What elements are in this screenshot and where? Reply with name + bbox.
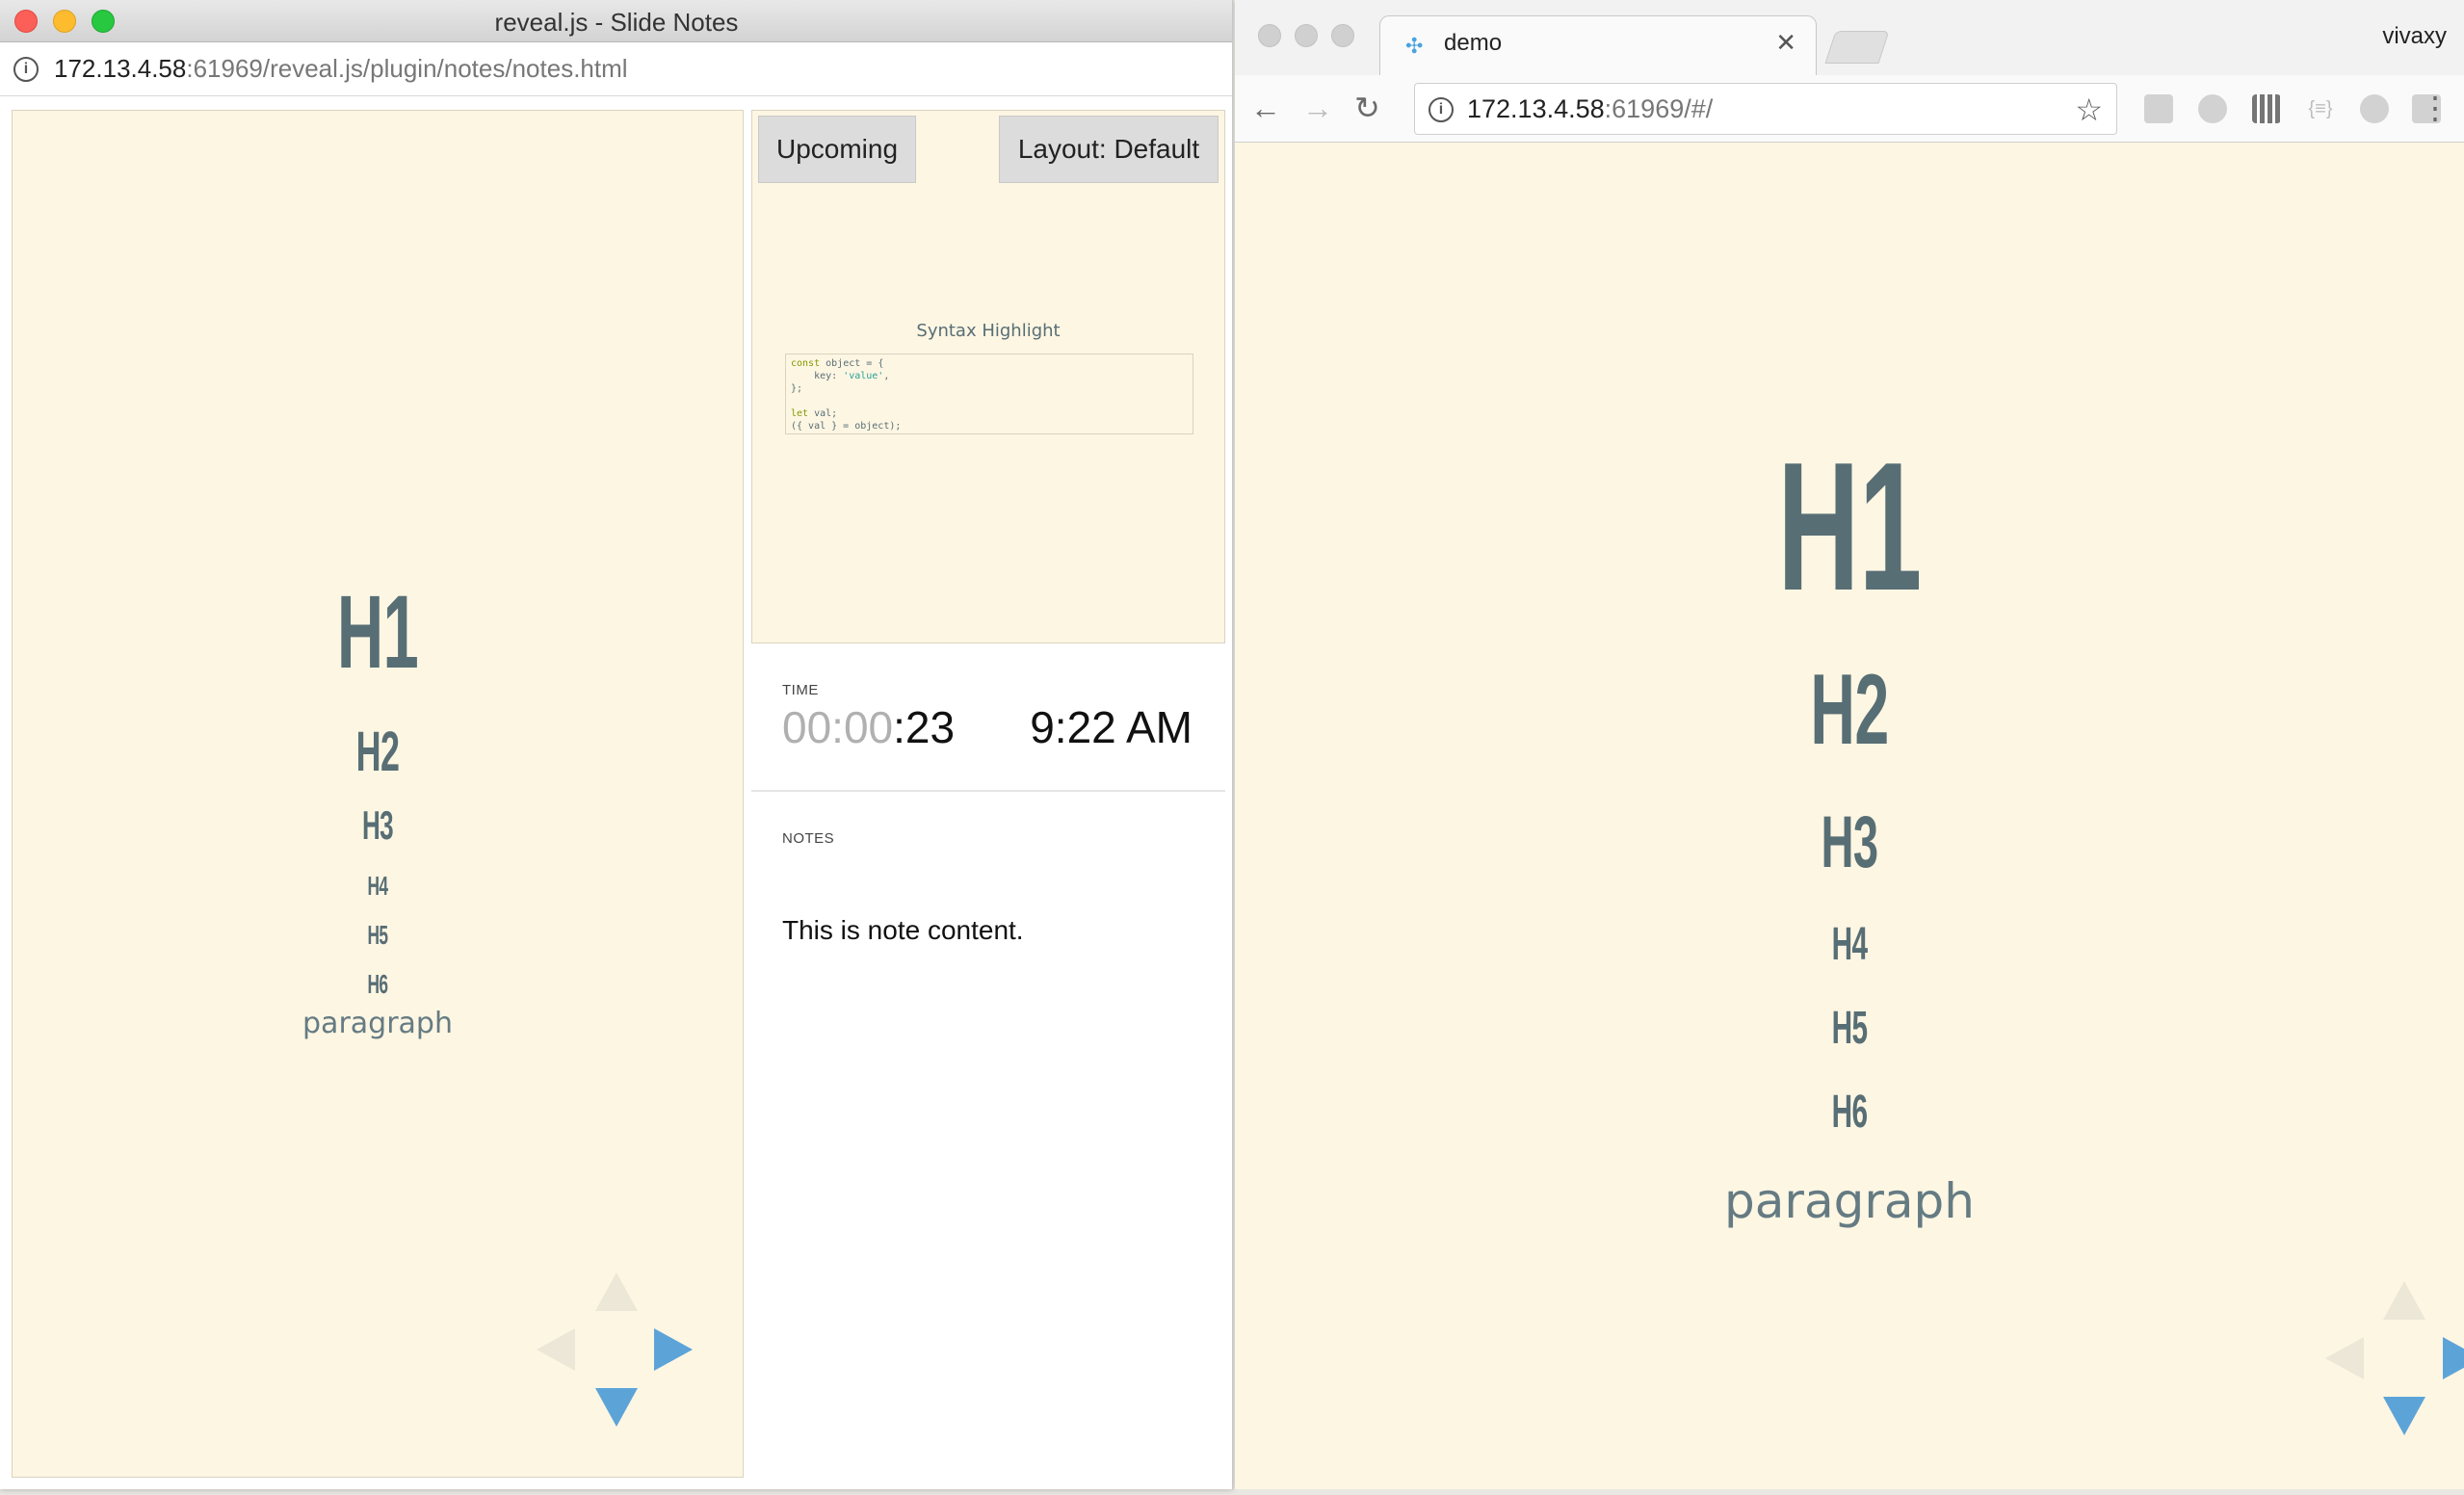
browser-window: ✣ demo ✕ vivaxy ← → ↻ i 172.13.4.58:6196… — [1235, 0, 2464, 1489]
extension-icon[interactable] — [2144, 94, 2173, 123]
presentation-slide: H1 H2 H3 H4 H5 H6 paragraph — [1235, 143, 2464, 1489]
profile-name[interactable]: vivaxy — [2382, 23, 2447, 50]
info-icon[interactable]: i — [13, 57, 39, 82]
url-path: :61969/reveal.js/plugin/notes/notes.html — [186, 54, 628, 83]
nav-left-icon[interactable] — [537, 1328, 575, 1371]
current-slide-preview: H1 H2 H3 H4 H5 H6 paragraph — [12, 110, 744, 1478]
layout-button[interactable]: Layout: Default — [999, 116, 1219, 183]
popup-url-bar[interactable]: i 172.13.4.58:61969/reveal.js/plugin/not… — [0, 42, 1232, 96]
time-label: TIME — [782, 682, 819, 698]
slide-h5: H5 — [367, 920, 389, 950]
code-line: let val; — [791, 408, 838, 419]
slide-paragraph: paragraph — [1724, 1173, 1975, 1229]
code-line: }; — [791, 383, 803, 394]
nav-left-icon[interactable] — [2325, 1337, 2364, 1379]
maximize-window-icon[interactable] — [1331, 24, 1354, 47]
upcoming-slide-preview: Upcoming Layout: Default Syntax Highligh… — [751, 110, 1225, 643]
slide-notes-window: reveal.js - Slide Notes i 172.13.4.58:61… — [0, 0, 1233, 1489]
extension-icon[interactable] — [2198, 94, 2227, 123]
code-line: ({ val } = object); — [791, 421, 902, 432]
nav-right-icon[interactable] — [654, 1328, 693, 1371]
nav-right-icon[interactable] — [2443, 1337, 2464, 1379]
slide-h4: H4 — [367, 871, 389, 901]
url-text[interactable]: 172.13.4.58:61969/reveal.js/plugin/notes… — [54, 54, 628, 84]
code-keyword: const — [791, 358, 821, 369]
code-block: const object = { key: 'value',}; let val… — [785, 354, 1193, 434]
nav-down-icon[interactable] — [595, 1388, 638, 1427]
slide-h3: H3 — [361, 802, 394, 848]
new-tab-button[interactable] — [1824, 31, 1890, 64]
code-keyword: let — [791, 408, 809, 419]
timer-minutes: 00 — [843, 702, 894, 752]
info-icon[interactable]: i — [1429, 97, 1454, 122]
slide-h1: H1 — [336, 573, 419, 690]
url-host: 172.13.4.58 — [54, 54, 187, 83]
slide-h6: H6 — [1831, 1087, 1868, 1138]
time-panel: TIME 00:00:23 9:22 AM — [751, 661, 1225, 792]
nav-up-icon[interactable] — [2383, 1281, 2425, 1320]
timer-hours: 00 — [782, 702, 832, 752]
notes-content: This is note content. — [782, 915, 1024, 945]
url-text[interactable]: 172.13.4.58:61969/#/ — [1467, 94, 1713, 124]
extension-icon[interactable] — [2360, 94, 2389, 123]
window-titlebar[interactable]: reveal.js - Slide Notes — [0, 0, 1232, 42]
wall-clock: 9:22 AM — [1030, 702, 1193, 752]
code-line: key: 'value', — [791, 371, 890, 381]
elapsed-timer[interactable]: 00:00:23 — [782, 701, 955, 753]
close-tab-icon[interactable]: ✕ — [1775, 28, 1796, 58]
json-viewer-icon[interactable]: {≡} — [2306, 94, 2335, 123]
reload-icon[interactable]: ↻ — [1354, 91, 1380, 125]
timer-separator: : — [893, 702, 905, 752]
favicon-icon: ✣ — [1405, 34, 1424, 58]
notes-panel: NOTES This is note content. — [751, 794, 1225, 1468]
forward-arrow-icon[interactable]: → — [1302, 91, 1333, 125]
url-path: :61969/#/ — [1604, 94, 1714, 123]
notes-label: NOTES — [782, 830, 835, 847]
menu-dots-icon[interactable]: ⋮ — [2420, 92, 2451, 123]
code-string: 'value' — [843, 371, 884, 381]
tab-strip: ✣ demo ✕ vivaxy — [1235, 0, 2464, 75]
minimize-window-icon[interactable] — [1295, 24, 1318, 47]
slide-h3: H3 — [1821, 801, 1879, 883]
star-icon[interactable]: ☆ — [2075, 92, 2103, 128]
window-title: reveal.js - Slide Notes — [494, 8, 739, 37]
nav-up-icon[interactable] — [595, 1272, 638, 1311]
slide-h2: H2 — [355, 721, 400, 783]
slide-h4: H4 — [1831, 919, 1868, 970]
qr-code-icon[interactable] — [2252, 94, 2281, 123]
address-bar[interactable]: i 172.13.4.58:61969/#/ ☆ — [1414, 83, 2117, 135]
timer-seconds: 23 — [904, 702, 956, 752]
tab-title: demo — [1444, 30, 1503, 56]
tab-demo[interactable]: ✣ demo ✕ — [1379, 15, 1817, 75]
url-host: 172.13.4.58 — [1467, 94, 1605, 123]
notes-body: H1 H2 H3 H4 H5 H6 paragraph Upcoming Lay… — [0, 96, 1232, 1489]
browser-toolbar: ← → ↻ i 172.13.4.58:61969/#/ ☆ {≡} ⋮ — [1235, 75, 2464, 143]
back-arrow-icon[interactable]: ← — [1250, 91, 1281, 125]
slide-h6: H6 — [367, 969, 389, 999]
code-line: const object = { — [791, 358, 884, 369]
upcoming-button[interactable]: Upcoming — [758, 116, 916, 183]
slide-h2: H2 — [1810, 654, 1889, 766]
timer-separator: : — [831, 702, 844, 752]
slide-h5: H5 — [1831, 1003, 1868, 1054]
close-window-icon[interactable] — [1258, 24, 1281, 47]
slide-h1: H1 — [1777, 425, 1922, 629]
upcoming-slide-title: Syntax Highlight — [916, 321, 1061, 341]
nav-down-icon[interactable] — [2383, 1397, 2425, 1435]
slide-paragraph: paragraph — [302, 1007, 453, 1040]
